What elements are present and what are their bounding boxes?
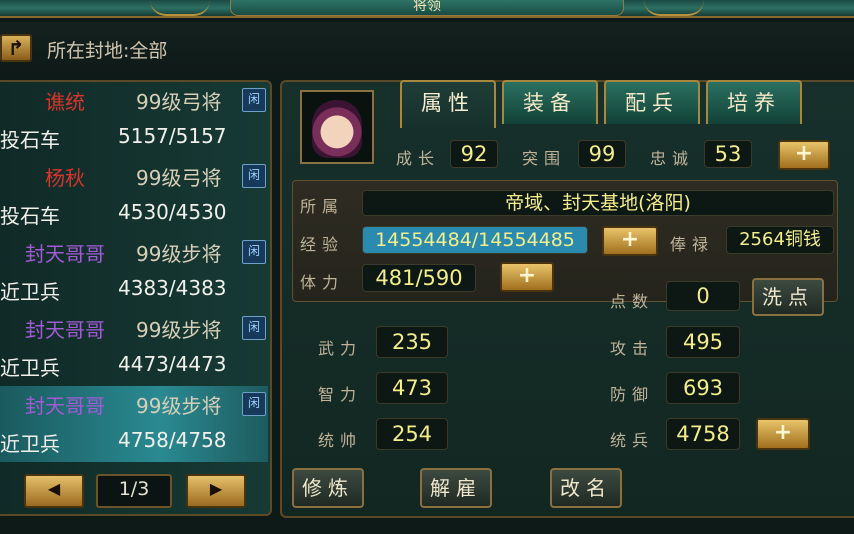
general-name: 封天哥哥 bbox=[25, 394, 105, 418]
unit-type: 投石车 bbox=[0, 128, 60, 152]
troops-value: 4758 bbox=[666, 418, 740, 450]
frame-ornament bbox=[150, 0, 210, 16]
force-value: 235 bbox=[376, 326, 448, 358]
attack-label: 攻击 bbox=[610, 339, 655, 358]
general-level: 99级步将 bbox=[136, 318, 222, 342]
defense-value: 693 bbox=[666, 372, 740, 404]
general-portrait bbox=[300, 90, 374, 164]
unit-type: 近卫兵 bbox=[0, 432, 60, 456]
loyalty-plus-button[interactable]: + bbox=[778, 140, 830, 170]
troops-plus-button[interactable]: + bbox=[756, 418, 810, 450]
command-label: 统帅 bbox=[318, 431, 363, 450]
troop-count: 4383/4383 bbox=[118, 276, 227, 300]
troop-count: 5157/5157 bbox=[118, 124, 227, 148]
salary-value: 2564铜钱 bbox=[726, 226, 834, 254]
general-list-item[interactable]: 杨秋 99级弓将闲投石车 4530/4530 bbox=[0, 158, 268, 234]
general-level: 99级弓将 bbox=[136, 166, 222, 190]
defense-label: 防御 bbox=[610, 385, 655, 404]
salary-label: 俸禄 bbox=[670, 235, 715, 254]
points-label: 点数 bbox=[610, 292, 655, 311]
next-page-button[interactable]: ▶ bbox=[186, 474, 246, 508]
unit-type: 近卫兵 bbox=[0, 356, 60, 380]
tab-equipment[interactable]: 装备 bbox=[502, 80, 598, 124]
idle-status-badge: 闲 bbox=[242, 88, 266, 112]
exp-label: 经验 bbox=[300, 235, 345, 254]
back-arrow-icon[interactable]: ↱ bbox=[0, 34, 32, 62]
window-title: 将领 bbox=[230, 0, 624, 16]
general-name: 封天哥哥 bbox=[25, 242, 105, 266]
force-label: 武力 bbox=[318, 339, 363, 358]
prev-page-button[interactable]: ◀ bbox=[24, 474, 84, 508]
general-list-item[interactable]: 封天哥哥 99级步将闲近卫兵 4473/4473 bbox=[0, 310, 268, 386]
troop-count: 4530/4530 bbox=[118, 200, 227, 224]
right-triangle-icon: ▶ bbox=[209, 479, 223, 498]
loyalty-label: 忠诚 bbox=[650, 149, 695, 168]
frame-ornament bbox=[644, 0, 704, 16]
unit-type: 投石车 bbox=[0, 204, 60, 228]
command-value: 254 bbox=[376, 418, 448, 450]
pager: ◀ 1/3 ▶ bbox=[0, 466, 270, 512]
location-filter[interactable]: 所在封地:全部 bbox=[47, 36, 167, 63]
idle-status-badge: 闲 bbox=[242, 392, 266, 416]
troop-count: 4758/4758 bbox=[118, 428, 227, 452]
intel-value: 473 bbox=[376, 372, 448, 404]
attack-value: 495 bbox=[666, 326, 740, 358]
rename-button[interactable]: 改名 bbox=[550, 468, 622, 508]
left-triangle-icon: ◀ bbox=[47, 479, 61, 498]
portrait-image bbox=[312, 100, 362, 158]
general-list-item[interactable]: 谯统 99级弓将闲投石车 5157/5157 bbox=[0, 82, 268, 158]
general-name: 谯统 bbox=[45, 90, 85, 114]
unit-type: 近卫兵 bbox=[0, 280, 60, 304]
stamina-plus-button[interactable]: + bbox=[500, 262, 554, 292]
troop-count: 4473/4473 bbox=[118, 352, 227, 376]
dismiss-button[interactable]: 解雇 bbox=[420, 468, 492, 508]
tab-train[interactable]: 培养 bbox=[706, 80, 802, 124]
page-indicator: 1/3 bbox=[96, 474, 172, 508]
general-list-item[interactable]: 封天哥哥 99级步将闲近卫兵 4758/4758 bbox=[0, 386, 268, 462]
breakout-value: 99 bbox=[578, 140, 626, 168]
intel-label: 智力 bbox=[318, 385, 363, 404]
general-name: 封天哥哥 bbox=[25, 318, 105, 342]
troops-label: 统兵 bbox=[610, 431, 655, 450]
breakout-label: 突围 bbox=[522, 149, 567, 168]
general-level: 99级步将 bbox=[136, 242, 222, 266]
tab-troops[interactable]: 配兵 bbox=[604, 80, 700, 124]
general-list-item[interactable]: 封天哥哥 99级步将闲近卫兵 4383/4383 bbox=[0, 234, 268, 310]
belong-label: 所属 bbox=[300, 197, 345, 216]
general-level: 99级步将 bbox=[136, 394, 222, 418]
tab-attributes[interactable]: 属性 bbox=[400, 80, 496, 128]
idle-status-badge: 闲 bbox=[242, 240, 266, 264]
exp-value: 14554484/14554485 bbox=[362, 226, 588, 254]
wash-points-button[interactable]: 洗点 bbox=[752, 278, 824, 316]
idle-status-badge: 闲 bbox=[242, 316, 266, 340]
points-value: 0 bbox=[666, 281, 740, 311]
growth-label: 成长 bbox=[396, 149, 441, 168]
growth-value: 92 bbox=[450, 140, 498, 168]
belong-value: 帝域、封天基地(洛阳) bbox=[362, 190, 834, 216]
exp-plus-button[interactable]: + bbox=[602, 226, 658, 256]
stamina-label: 体力 bbox=[300, 273, 345, 292]
train-button[interactable]: 修炼 bbox=[292, 468, 364, 508]
general-level: 99级弓将 bbox=[136, 90, 222, 114]
idle-status-badge: 闲 bbox=[242, 164, 266, 188]
stamina-value: 481/590 bbox=[362, 264, 476, 292]
loyalty-value: 53 bbox=[704, 140, 752, 168]
general-name: 杨秋 bbox=[45, 166, 85, 190]
